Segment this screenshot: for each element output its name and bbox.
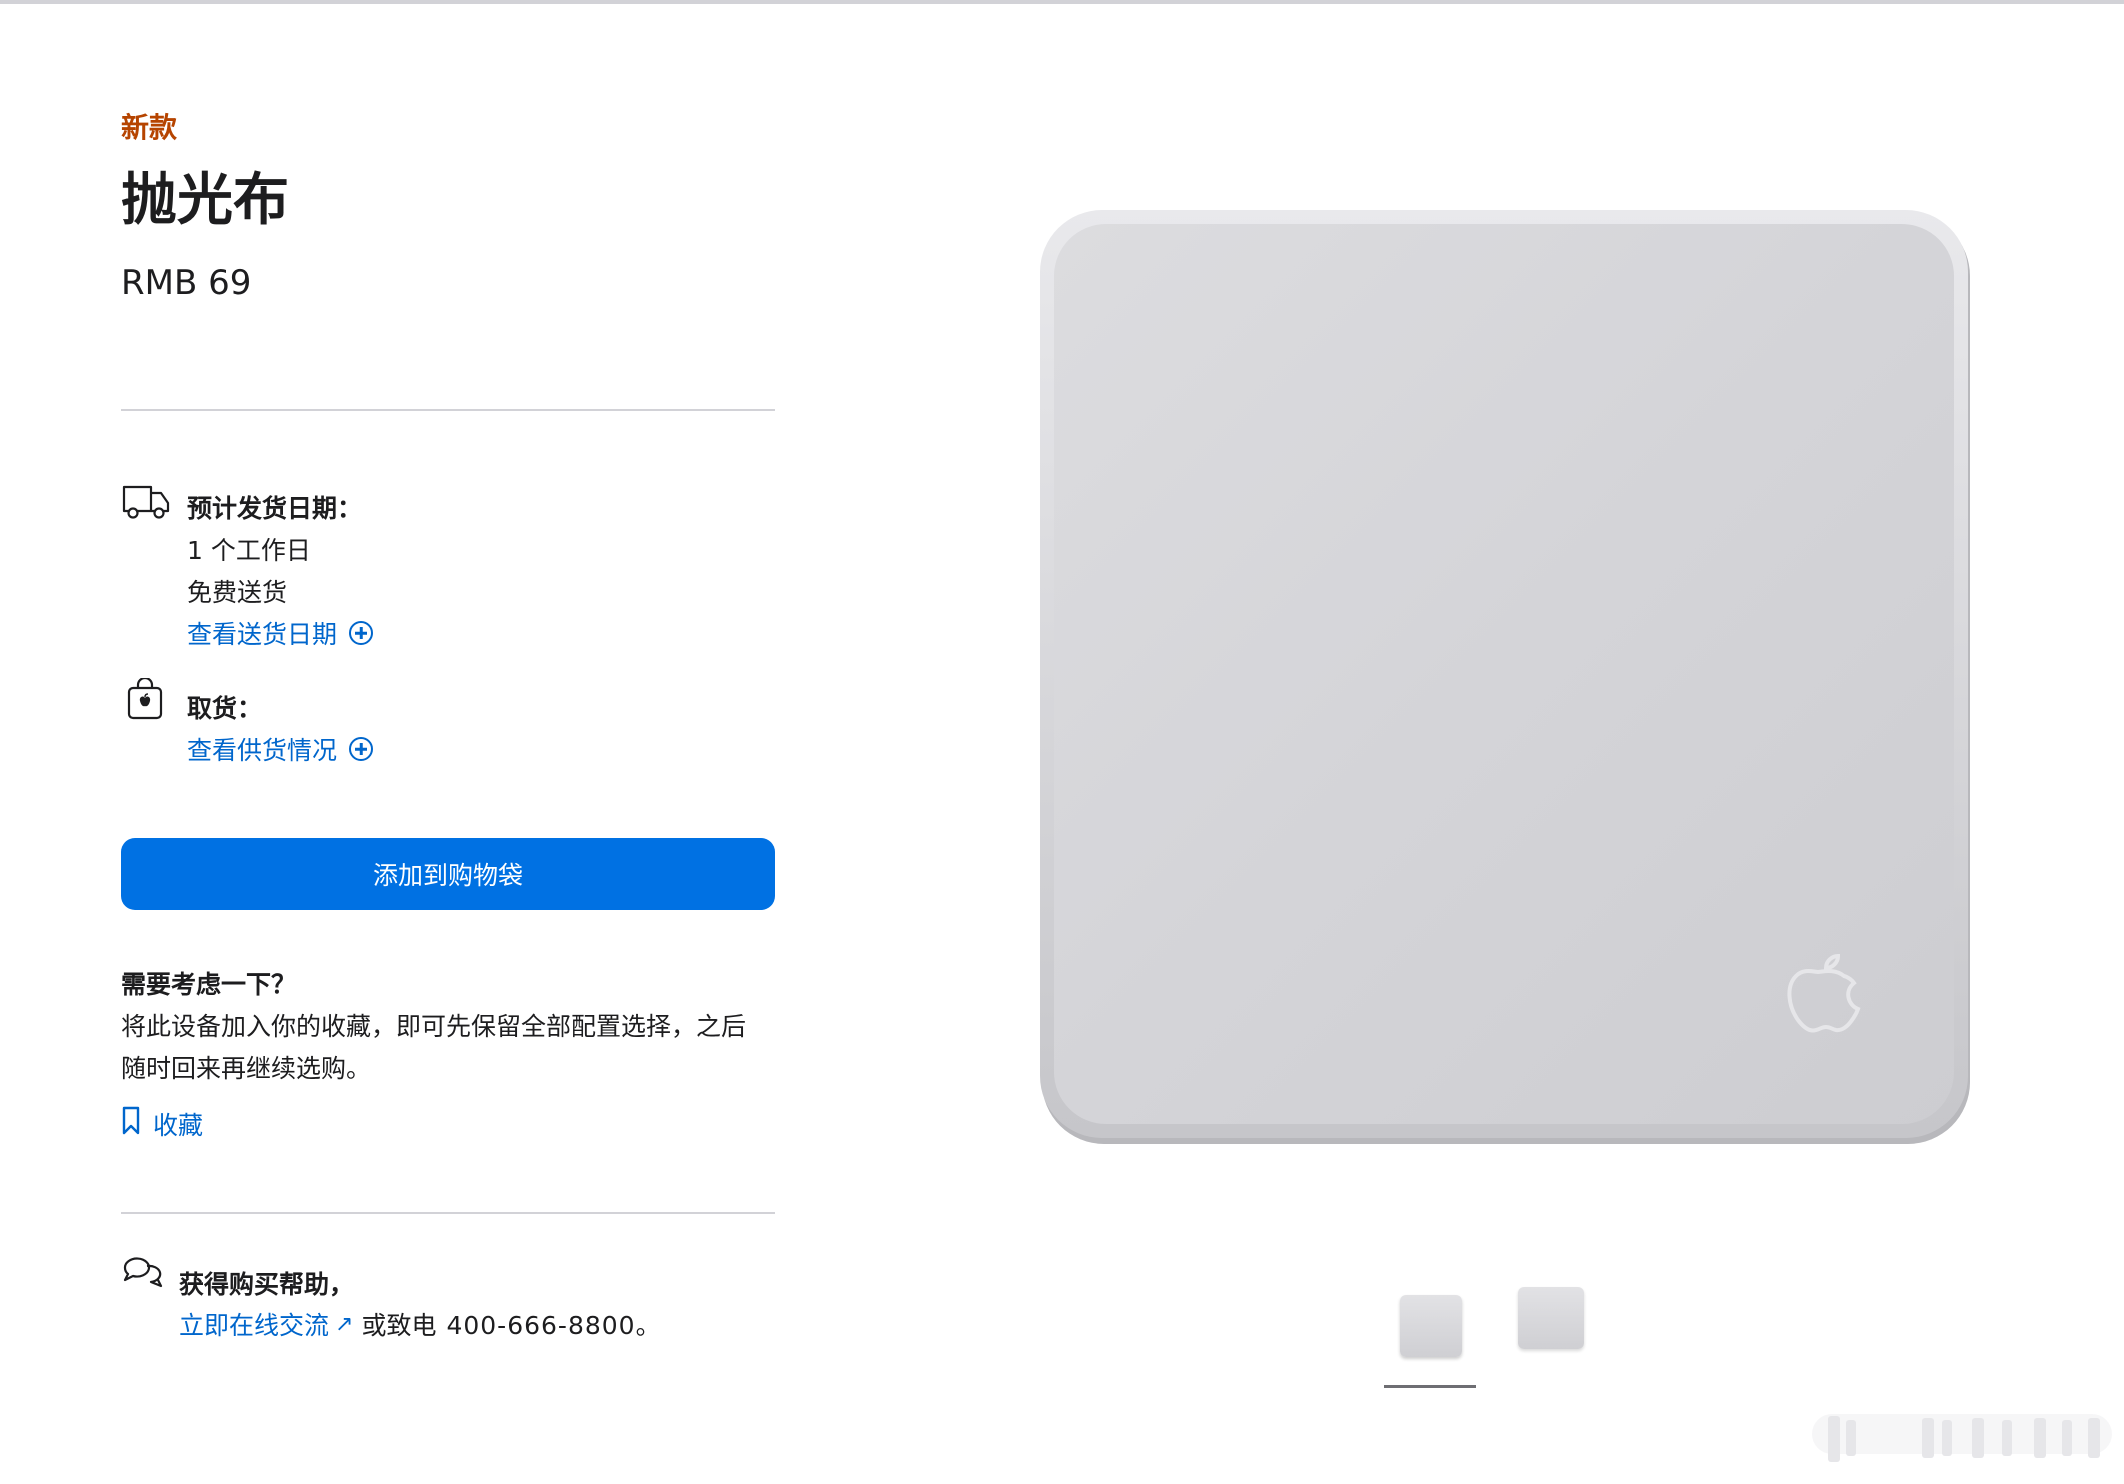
watermark-graphic [1812,1406,2112,1464]
chat-now-link[interactable]: 立即在线交流 [179,1306,329,1342]
divider [121,1212,775,1214]
plus-circle-icon[interactable] [349,621,374,645]
add-to-bag-button[interactable]: 添加到购物袋 [121,838,775,910]
thumbnail-gallery [1384,1283,1604,1393]
help-contact-row: 立即在线交流 ↗ 或致电 400-666-8800。 [179,1306,662,1342]
product-image [1040,210,1972,1146]
consider-line-1: 将此设备加入你的收藏，即可先保留全部配置选择，之后 [121,1012,747,1041]
view-delivery-dates-label[interactable]: 查看送货日期 [187,615,337,651]
product-price: RMB 69 [121,263,252,303]
view-availability-link[interactable]: 查看供货情况 [187,731,374,767]
chat-bubbles-icon [121,1256,167,1294]
shipping-days: 1 个工作日 [187,536,311,565]
pickup-label: 取货： [187,694,263,723]
or-call-text: 或致电 [361,1311,437,1340]
thumbnail-front[interactable] [1400,1295,1462,1357]
save-label[interactable]: 收藏 [153,1106,203,1142]
bookmark-icon[interactable] [121,1106,141,1142]
consider-description: 将此设备加入你的收藏，即可先保留全部配置选择，之后 随时回来再继续选购。 [121,1006,761,1090]
consider-title: 需要考虑一下？ [121,970,297,999]
consider-line-2: 随时回来再继续选购。 [121,1054,372,1083]
divider [121,409,775,411]
plus-circle-icon[interactable] [349,737,374,761]
new-badge: 新款 [121,111,178,144]
thumbnail-selected-indicator [1384,1385,1476,1388]
save-to-favorites-link[interactable]: 收藏 [121,1106,203,1142]
help-title: 获得购买帮助， [179,1270,355,1299]
truck-icon [121,483,171,525]
top-border [0,0,2124,4]
phone-number: 400-666-8800。 [446,1311,662,1340]
product-title: 抛光布 [121,168,289,233]
shipping-free: 免费送货 [187,578,288,607]
view-delivery-dates-link[interactable]: 查看送货日期 [187,615,374,651]
external-arrow-icon[interactable]: ↗ [335,1312,353,1337]
apple-bag-icon [127,676,163,724]
thumbnail-angle[interactable] [1518,1287,1584,1349]
view-availability-label[interactable]: 查看供货情况 [187,731,337,767]
shipping-label: 预计发货日期： [187,494,363,523]
